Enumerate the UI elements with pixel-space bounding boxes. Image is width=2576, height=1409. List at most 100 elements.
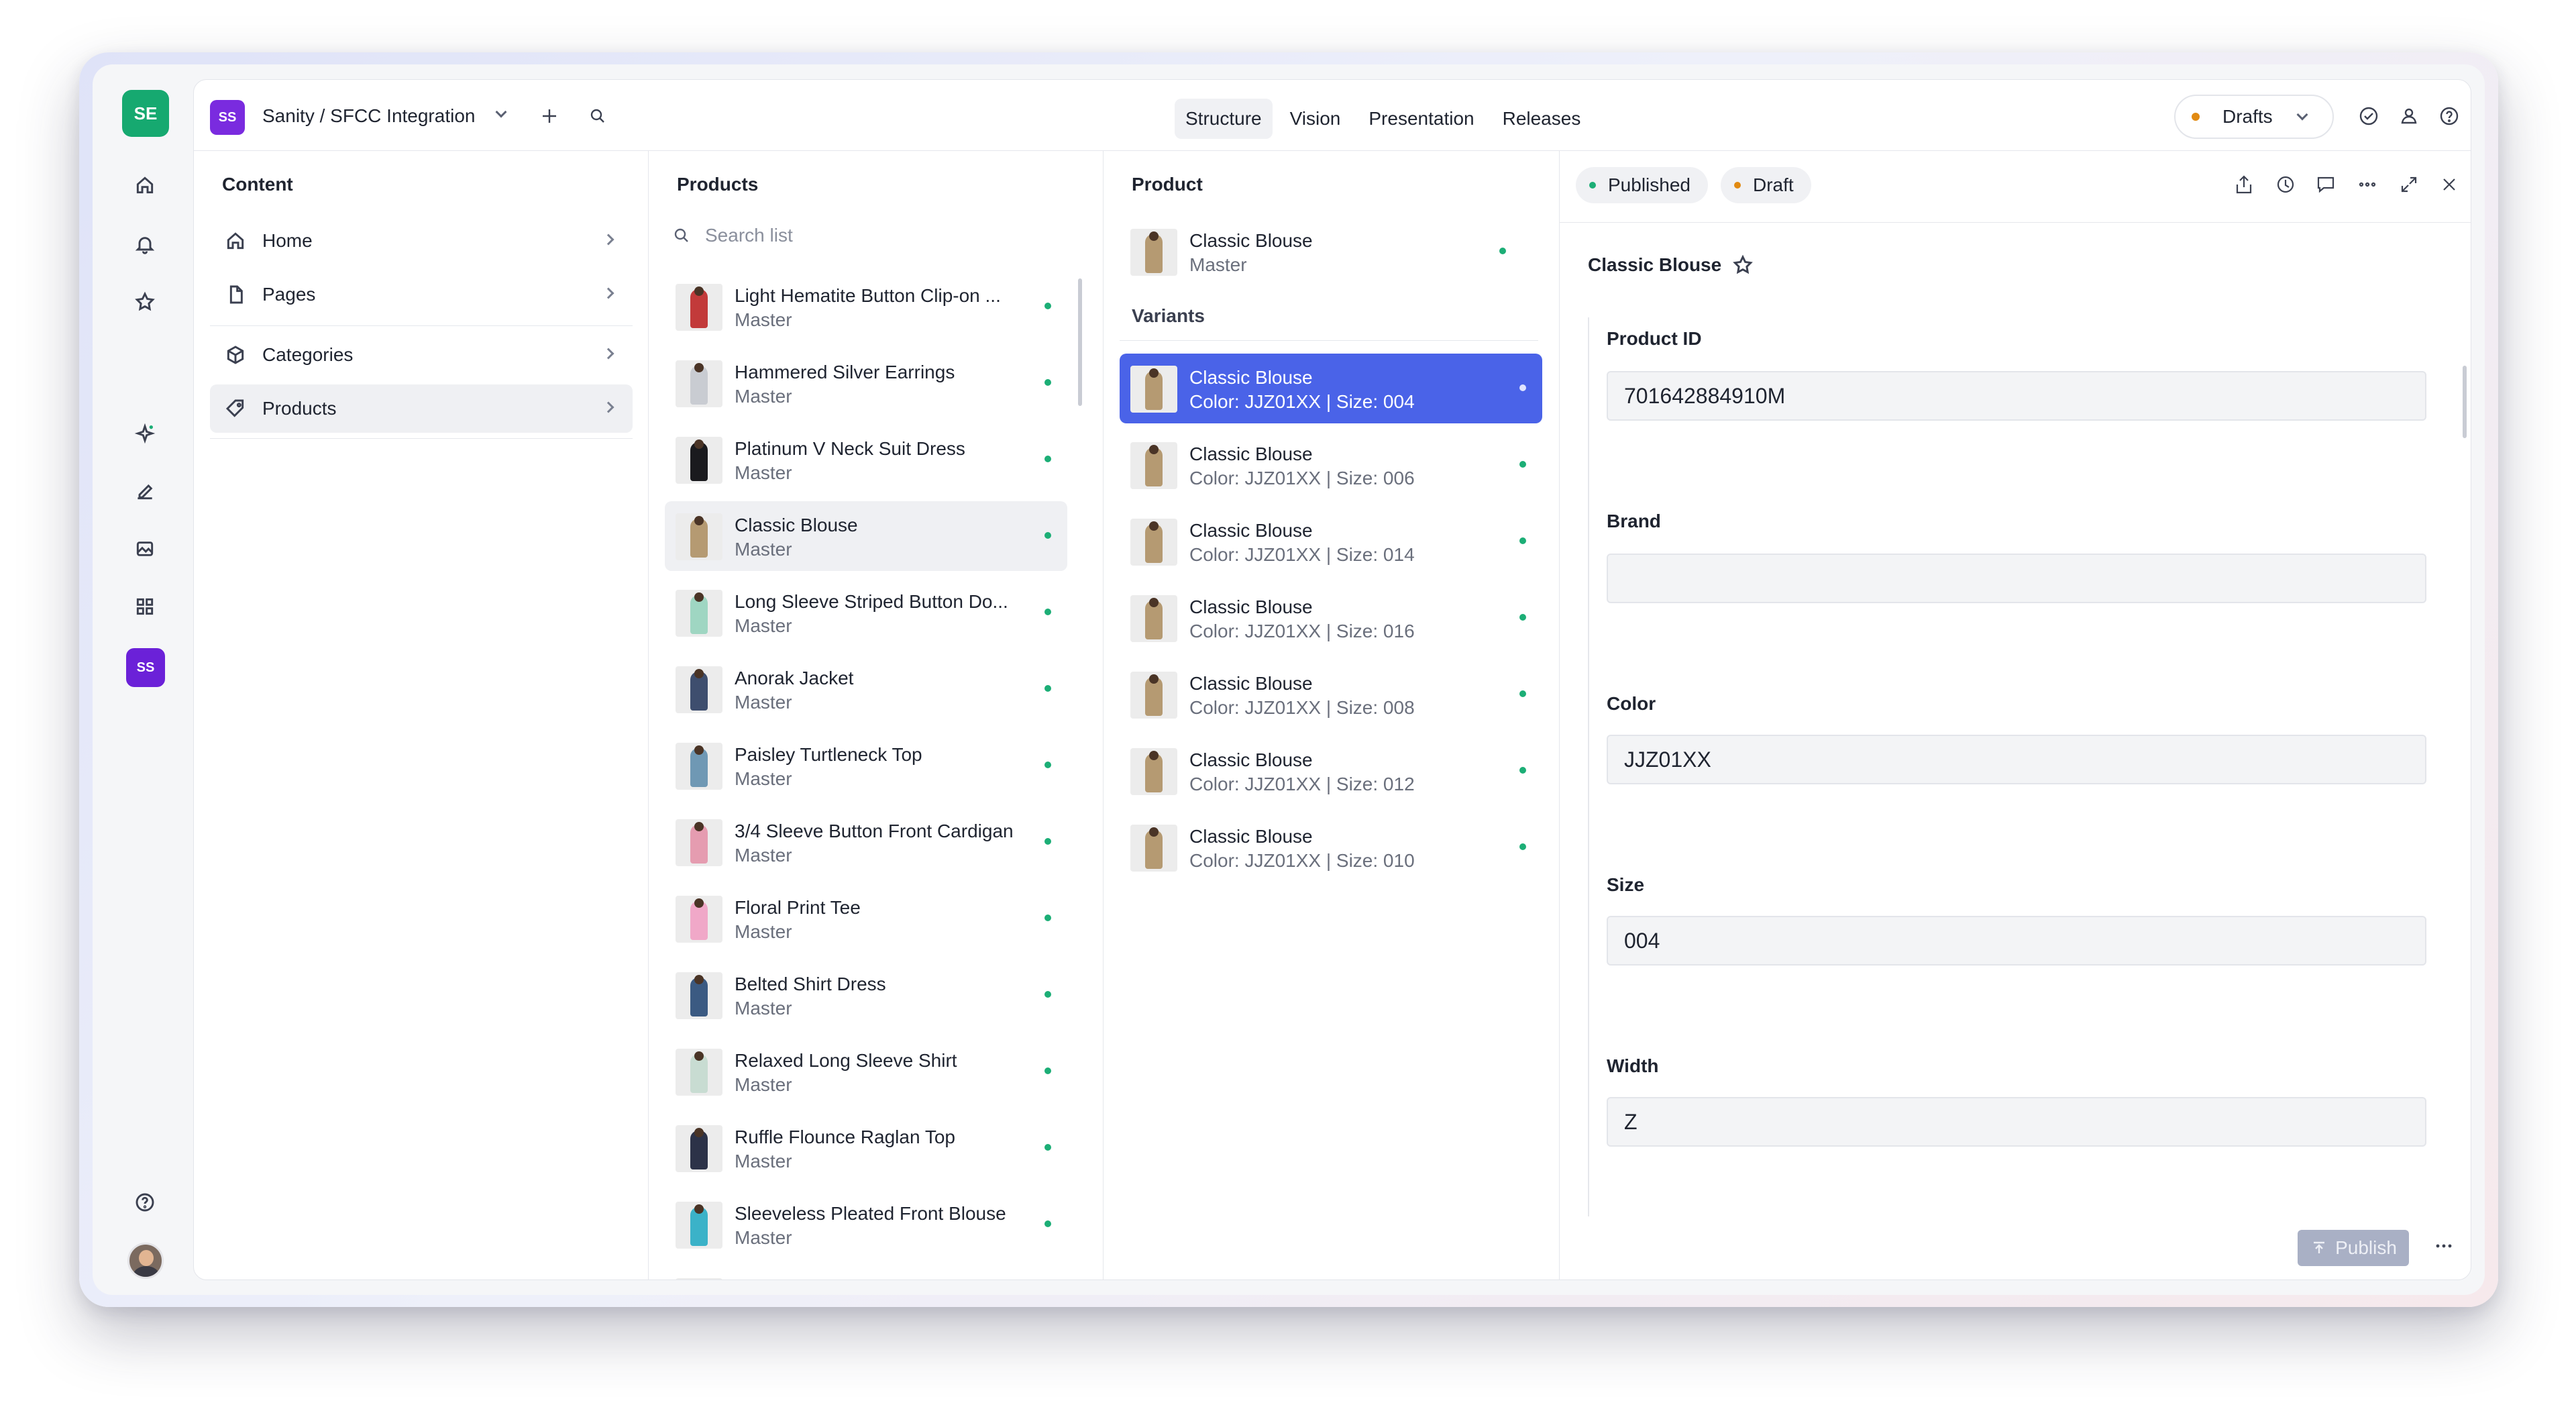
size-field[interactable]: 004 xyxy=(1607,916,2426,966)
search-input[interactable]: Search list xyxy=(672,225,793,246)
list-item[interactable]: Classic Blouse Color: JJZ01XX | Size: 012 xyxy=(1120,736,1542,806)
color-field[interactable]: JJZ01XX xyxy=(1607,735,2426,784)
avatar[interactable] xyxy=(127,1243,164,1279)
tag-icon xyxy=(221,394,250,423)
row-subtitle: Color: JJZ01XX | Size: 012 xyxy=(1189,774,1415,794)
edit-icon[interactable] xyxy=(131,478,158,505)
size-label: Size xyxy=(1607,874,1645,895)
row-subtitle: Master xyxy=(735,386,792,407)
product-id-label: Product ID xyxy=(1607,328,1702,349)
comment-icon[interactable] xyxy=(2314,172,2341,199)
list-item[interactable]: Paisley Turtleneck Top Master xyxy=(665,731,1067,800)
publish-button[interactable]: Publish xyxy=(2298,1230,2409,1266)
nav-item-pages[interactable]: Pages xyxy=(210,270,633,319)
chevron-right-icon xyxy=(602,233,614,246)
product-thumbnail xyxy=(676,590,722,637)
share-icon[interactable] xyxy=(2232,172,2259,199)
status-dot xyxy=(1044,379,1051,386)
more-actions-icon[interactable] xyxy=(2430,1233,2457,1259)
row-subtitle: Master xyxy=(735,1151,792,1171)
list-item[interactable]: Floral Print Tee Master xyxy=(665,884,1067,953)
published-tab[interactable]: Published xyxy=(1576,167,1708,203)
chevron-down-icon xyxy=(2296,109,2308,121)
list-item[interactable]: Sleeveless Pleated Front Blouse Master xyxy=(665,1190,1067,1259)
published-label: Published xyxy=(1608,174,1690,195)
tab-releases[interactable]: Releases xyxy=(1492,99,1592,139)
list-item[interactable]: Long Sleeve Striped Button Do... Master xyxy=(665,578,1067,647)
product-thumbnail xyxy=(676,1125,722,1172)
more-icon[interactable] xyxy=(2355,172,2382,199)
width-field[interactable]: Z xyxy=(1607,1097,2426,1147)
list-item[interactable]: Ruffle Flounce Raglan Top Master xyxy=(665,1113,1067,1183)
help-icon[interactable] xyxy=(131,1189,158,1216)
tab-structure[interactable]: Structure xyxy=(1175,99,1273,139)
product-thumbnail xyxy=(676,666,722,713)
plus-icon[interactable] xyxy=(536,103,563,129)
project-badge[interactable]: SS xyxy=(210,100,245,135)
list-item[interactable]: Platinum V Neck Suit Dress Master xyxy=(665,425,1067,494)
check-circle-icon[interactable] xyxy=(2355,103,2382,129)
tab-vision[interactable]: Vision xyxy=(1279,99,1352,139)
list-item[interactable]: Classic Blouse Color: JJZ01XX | Size: 008 xyxy=(1120,660,1542,729)
nav-item-categories[interactable]: Categories xyxy=(210,331,633,379)
product-id-field[interactable]: 701642884910M xyxy=(1607,371,2426,421)
product-thumbnail xyxy=(1130,366,1177,413)
list-item[interactable]: Classic Blouse Color: JJZ01XX | Size: 014 xyxy=(1120,507,1542,576)
brand-field[interactable] xyxy=(1607,554,2426,603)
list-item[interactable]: Classic Blouse Master xyxy=(665,501,1067,571)
list-item[interactable]: Floral V-Neck Dress xyxy=(665,1266,1067,1280)
list-item[interactable]: 3/4 Sleeve Button Front Cardigan Master xyxy=(665,807,1067,877)
list-item[interactable]: Light Hematite Button Clip-on ... Master xyxy=(665,272,1067,342)
help-icon[interactable] xyxy=(2436,103,2463,129)
row-title: Classic Blouse xyxy=(1189,230,1313,251)
status-dot xyxy=(1044,532,1051,539)
home-icon[interactable] xyxy=(131,172,158,199)
row-title: Long Sleeve Striped Button Do... xyxy=(735,591,1008,612)
project-name[interactable]: Sanity / SFCC Integration xyxy=(262,105,475,127)
users-icon[interactable] xyxy=(2396,103,2422,129)
scrollbar[interactable] xyxy=(2463,366,2467,438)
row-title: Classic Blouse xyxy=(1189,673,1313,694)
cube-icon xyxy=(221,340,250,370)
perspective-select[interactable]: Drafts xyxy=(2174,95,2334,139)
list-item[interactable]: Anorak Jacket Master xyxy=(665,654,1067,724)
product-thumbnail xyxy=(1130,825,1177,872)
master-product-row[interactable]: Classic Blouse Master xyxy=(1120,217,1522,286)
row-subtitle: Color: JJZ01XX | Size: 008 xyxy=(1189,697,1415,718)
row-subtitle: Master xyxy=(735,998,792,1019)
scrollbar[interactable] xyxy=(1078,278,1082,406)
list-item[interactable]: Belted Shirt Dress Master xyxy=(665,960,1067,1030)
close-icon[interactable] xyxy=(2437,172,2464,199)
history-icon[interactable] xyxy=(2273,172,2300,199)
document-editor: Published Draft Classic Blouse Product I… xyxy=(1560,151,2471,1280)
star-icon[interactable] xyxy=(131,289,158,315)
status-dot xyxy=(1519,843,1526,850)
list-item[interactable]: Hammered Silver Earrings Master xyxy=(665,348,1067,418)
publish-icon xyxy=(2314,1241,2325,1253)
expand-icon[interactable] xyxy=(2397,172,2424,199)
image-icon[interactable] xyxy=(131,535,158,562)
nav-item-products[interactable]: Products xyxy=(210,384,633,433)
workspace-logo[interactable]: SE xyxy=(122,90,169,137)
search-icon[interactable] xyxy=(584,103,611,129)
sparkle-icon[interactable] xyxy=(131,420,158,447)
draft-tab[interactable]: Draft xyxy=(1721,167,1811,203)
list-item[interactable]: Relaxed Long Sleeve Shirt Master xyxy=(665,1037,1067,1106)
product-thumbnail xyxy=(676,819,722,866)
row-subtitle: Color: JJZ01XX | Size: 004 xyxy=(1189,391,1415,412)
workspace-ss-badge[interactable]: SS xyxy=(126,648,165,687)
list-item[interactable]: Classic Blouse Color: JJZ01XX | Size: 004 xyxy=(1120,354,1542,423)
product-thumbnail xyxy=(1130,229,1177,276)
list-item[interactable]: Classic Blouse Color: JJZ01XX | Size: 016 xyxy=(1120,583,1542,653)
list-item[interactable]: Classic Blouse Color: JJZ01XX | Size: 006 xyxy=(1120,430,1542,500)
list-item[interactable]: Classic Blouse Color: JJZ01XX | Size: 010 xyxy=(1120,813,1542,882)
chevron-down-icon[interactable] xyxy=(495,106,507,118)
top-bar: SS Sanity / SFCC Integration Structure V… xyxy=(194,80,2471,151)
studio-window: SE SS SS Sanity / SFCC Integration Struc… xyxy=(93,64,2485,1295)
grid-icon[interactable] xyxy=(131,593,158,620)
bell-icon[interactable] xyxy=(131,231,158,258)
tab-presentation[interactable]: Presentation xyxy=(1358,99,1485,139)
nav-item-home[interactable]: Home xyxy=(210,217,633,265)
row-title: Classic Blouse xyxy=(1189,367,1313,388)
product-thumbnail xyxy=(676,513,722,560)
